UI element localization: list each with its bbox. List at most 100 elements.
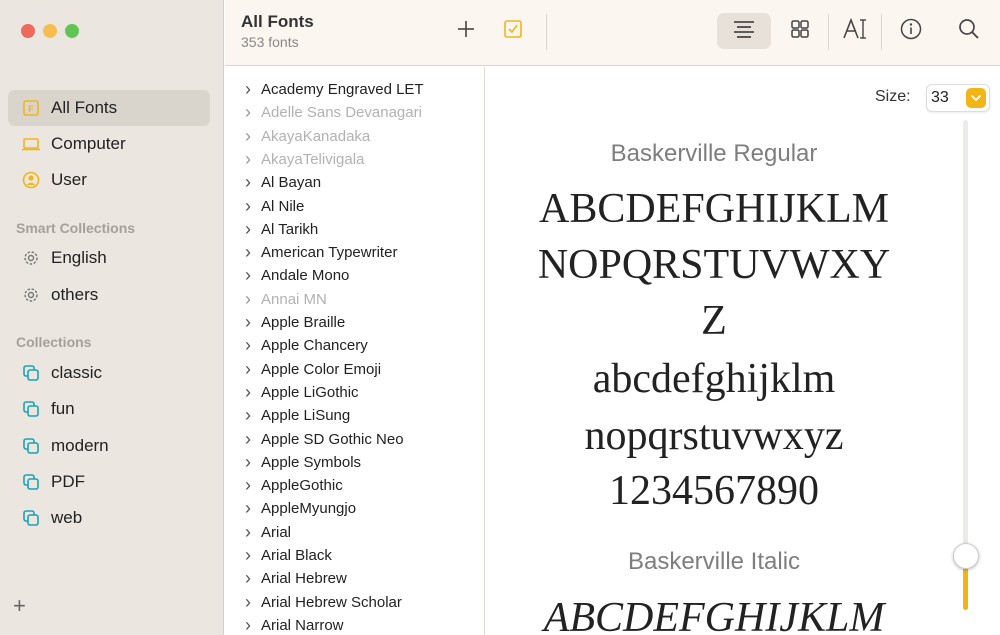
font-name: Al Nile [261,197,305,215]
chevron-right-icon[interactable]: › [225,102,261,123]
font-name: Apple LiSung [261,407,351,425]
font-list-item[interactable]: › Arial Hebrew [225,567,484,590]
chevron-right-icon[interactable]: › [225,335,261,356]
font-name: Apple Chancery [261,337,368,355]
chevron-right-icon[interactable]: › [225,498,261,519]
chevron-right-icon[interactable]: › [225,475,261,496]
size-value[interactable]: 33 [931,89,949,107]
toolbar-divider [828,14,829,50]
chevron-right-icon[interactable]: › [225,126,261,147]
sample-view-button[interactable] [717,13,771,49]
font-name: Academy Engraved LET [261,81,424,98]
sample-line: ABCDEFGHIJKLM [543,595,885,635]
custom-sample-button[interactable] [838,16,872,46]
font-list-item[interactable]: › AppleGothic [225,474,484,497]
sidebar-item-all-fonts[interactable]: F All Fonts [8,90,210,126]
chevron-right-icon[interactable]: › [225,149,261,170]
chevron-right-icon[interactable]: › [225,289,261,310]
sidebar-item-fun[interactable]: fun [8,391,210,427]
sidebar-item-label: web [51,508,83,527]
collection-icon [20,398,42,420]
sidebar-item-user[interactable]: User [8,162,210,198]
font-name: Annai MN [261,290,327,308]
font-list-item[interactable]: › Al Bayan [225,171,484,194]
grid-icon [790,19,810,44]
close-window-button[interactable] [21,24,35,38]
sidebar-item-english[interactable]: English [8,240,210,276]
sidebar-item-modern[interactable]: modern [8,428,210,464]
chevron-right-icon[interactable]: › [225,615,261,635]
font-name: Arial Hebrew [261,570,347,588]
font-list-item[interactable]: › Arial Narrow [225,614,484,635]
collection-icon [20,471,42,493]
font-name: Al Bayan [261,174,322,192]
chevron-right-icon[interactable]: › [225,405,261,426]
font-list-item[interactable]: › Adelle Sans Devanagari [225,101,484,124]
size-slider-knob[interactable] [953,543,979,570]
chevron-right-icon[interactable]: › [225,265,261,286]
zoom-window-button[interactable] [65,24,79,38]
chevron-down-icon[interactable] [966,88,986,108]
chevron-right-icon[interactable]: › [225,382,261,403]
font-name: Arial Black [261,547,332,564]
sidebar-item-others[interactable]: others [8,277,210,313]
chevron-right-icon[interactable]: › [225,429,261,450]
font-list-item[interactable]: › Apple Chancery [225,334,484,357]
font-list-item[interactable]: › Arial Black [225,544,484,567]
text-cursor-icon [842,17,868,45]
sidebar-item-web[interactable]: web [8,500,210,536]
sidebar-item-computer[interactable]: Computer [8,126,210,162]
font-list-item[interactable]: › Arial [225,521,484,544]
validate-fonts-button[interactable] [496,16,530,46]
size-slider-track[interactable] [963,120,968,610]
collection-icon [20,507,42,529]
font-list-item[interactable]: › Arial Hebrew Scholar [225,591,484,614]
font-list-item[interactable]: › Apple Symbols [225,451,484,474]
font-list-item[interactable]: › Andale Mono [225,264,484,287]
user-circle-icon [20,169,42,191]
info-button[interactable] [894,16,928,46]
chevron-right-icon[interactable]: › [225,568,261,589]
font-name: Apple Symbols [261,453,362,471]
sidebar-item-pdf[interactable]: PDF [8,464,210,500]
checkbox-icon [503,19,523,44]
chevron-right-icon[interactable]: › [225,359,261,380]
font-list-item[interactable]: › Al Nile [225,195,484,218]
chevron-right-icon[interactable]: › [225,522,261,543]
font-name: AkayaKanadaka [261,127,371,145]
font-name: Apple Braille [261,314,346,331]
font-list-item[interactable]: › AppleMyungjo [225,497,484,520]
chevron-right-icon[interactable]: › [225,312,261,333]
search-button[interactable] [952,16,986,46]
size-combobox[interactable]: 33 [926,84,990,112]
sidebar: F All Fonts Computer User Smart Collecti… [0,0,224,635]
font-list-item[interactable]: › Academy Engraved LET [225,78,484,101]
minimize-window-button[interactable] [43,24,57,38]
sidebar-item-classic[interactable]: classic [8,355,210,391]
chevron-right-icon[interactable]: › [225,79,261,100]
font-list-item[interactable]: › Apple LiGothic [225,381,484,404]
chevron-right-icon[interactable]: › [225,545,261,566]
font-list-item[interactable]: › Apple SD Gothic Neo [225,428,484,451]
chevron-right-icon[interactable]: › [225,196,261,217]
chevron-right-icon[interactable]: › [225,592,261,613]
grid-view-button[interactable] [783,16,817,46]
font-list-item[interactable]: › AkayaKanadaka [225,125,484,148]
chevron-right-icon[interactable]: › [225,172,261,193]
font-list-item[interactable]: › AkayaTelivigala [225,148,484,171]
font-list-item[interactable]: › Apple Braille [225,311,484,334]
font-list-item[interactable]: › Annai MN [225,288,484,311]
add-collection-button[interactable]: + [13,593,26,619]
chevron-right-icon[interactable]: › [225,219,261,240]
font-list-item[interactable]: › Apple Color Emoji [225,358,484,381]
add-font-button[interactable] [449,16,483,46]
chevron-right-icon[interactable]: › [225,452,261,473]
font-book-icon: F [20,97,42,119]
font-list-item[interactable]: › American Typewriter [225,241,484,264]
svg-text:F: F [28,104,34,114]
font-list-item[interactable]: › Al Tarikh [225,218,484,241]
chevron-right-icon[interactable]: › [225,242,261,263]
font-list-item[interactable]: › Apple LiSung [225,404,484,427]
sample-line: NOPQRSTUVWXY [537,242,891,288]
sidebar-item-label: modern [51,436,109,455]
